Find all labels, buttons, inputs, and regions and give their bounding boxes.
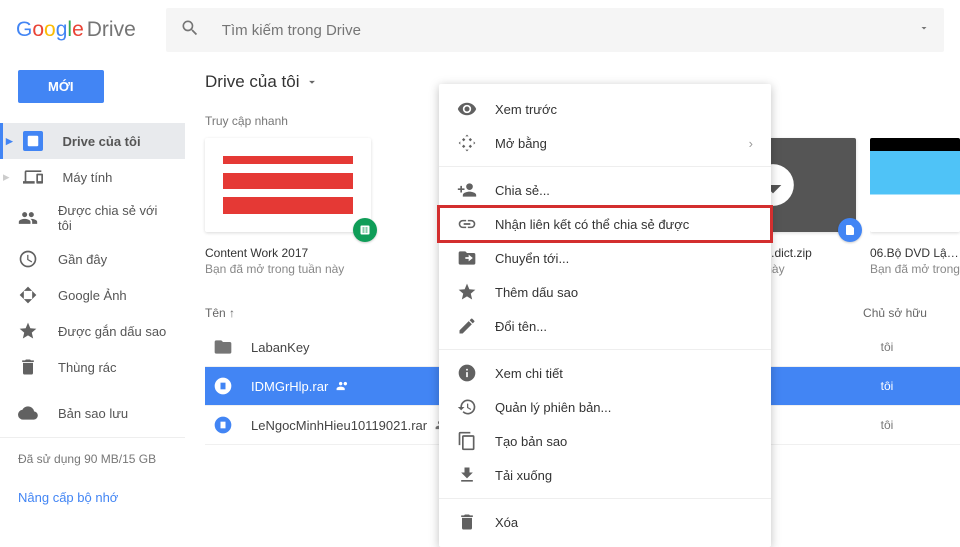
menu-label: Xóa	[495, 515, 518, 530]
file-owner: tôi	[822, 340, 952, 354]
search-bar[interactable]	[166, 8, 944, 52]
file-owner: tôi	[822, 418, 952, 432]
sidebar-item-photos[interactable]: Google Ảnh	[0, 277, 185, 313]
file-owner: tôi	[822, 379, 952, 393]
menu-open-with[interactable]: Mở bằng ›	[439, 126, 771, 160]
drive-icon	[23, 131, 43, 151]
info-icon	[457, 363, 477, 383]
sidebar-item-label: Thùng rác	[58, 360, 117, 375]
header: Google Drive	[0, 0, 960, 60]
backup-icon	[18, 403, 38, 423]
sidebar-item-starred[interactable]: Được gắn dấu sao	[0, 313, 185, 349]
sidebar-item-my-drive[interactable]: ▸ Drive của tôi	[0, 123, 185, 159]
trash-icon	[18, 357, 38, 377]
storage-text: Đã sử dụng 90 MB/15 GB	[0, 437, 185, 480]
logo[interactable]: Google Drive	[16, 18, 136, 42]
star-outline-icon	[457, 282, 477, 302]
menu-rename[interactable]: Đổi tên...	[439, 309, 771, 343]
quick-card[interactable]: 06.Bộ DVD Lập t Bạn đã mở trong	[870, 138, 960, 276]
menu-label: Quản lý phiên bản...	[495, 400, 611, 415]
menu-label: Thêm dấu sao	[495, 285, 578, 300]
upgrade-link[interactable]: Nâng cấp bộ nhớ	[0, 480, 185, 515]
search-icon	[180, 18, 200, 43]
sidebar: MỚI ▸ Drive của tôi ▸ Máy tính Được chia…	[0, 60, 185, 526]
menu-download[interactable]: Tải xuống	[439, 458, 771, 492]
card-title: 06.Bộ DVD Lập t	[870, 246, 960, 260]
sheets-badge-icon	[353, 218, 377, 242]
search-input[interactable]	[222, 22, 918, 39]
menu-label: Chia sẻ...	[495, 183, 550, 198]
menu-label: Tạo bản sao	[495, 434, 567, 449]
context-menu: Xem trước Mở bằng › Chia sẻ... Nhận liên…	[439, 84, 771, 547]
card-title: Content Work 2017	[205, 246, 371, 260]
menu-divider	[439, 498, 771, 499]
shared-icon	[18, 208, 38, 228]
menu-move[interactable]: Chuyển tới...	[439, 241, 771, 275]
sidebar-item-backup[interactable]: Bản sao lưu	[0, 395, 185, 431]
link-icon	[457, 214, 477, 234]
menu-copy[interactable]: Tạo bản sao	[439, 424, 771, 458]
menu-get-link[interactable]: Nhận liên kết có thể chia sẻ được	[439, 207, 771, 241]
devices-icon	[23, 167, 43, 187]
chevron-down-icon	[305, 75, 319, 89]
menu-label: Chuyển tới...	[495, 251, 569, 266]
menu-label: Mở bằng	[495, 136, 547, 151]
history-icon	[457, 397, 477, 417]
menu-divider	[439, 166, 771, 167]
move-icon	[457, 248, 477, 268]
menu-preview[interactable]: Xem trước	[439, 92, 771, 126]
file-badge-icon	[838, 218, 862, 242]
sidebar-item-label: Được chia sẻ với tôi	[58, 203, 167, 233]
shared-indicator-icon	[336, 379, 350, 393]
column-owner[interactable]: Chủ sở hữu	[830, 306, 960, 320]
chevron-right-icon: ›	[749, 136, 753, 151]
file-icon	[213, 376, 233, 396]
sidebar-item-label: Máy tính	[63, 170, 113, 185]
menu-label: Xem trước	[495, 102, 557, 117]
open-icon	[457, 133, 477, 153]
photos-icon	[18, 285, 38, 305]
menu-delete[interactable]: Xóa	[439, 505, 771, 539]
sidebar-item-label: Drive của tôi	[63, 134, 141, 149]
search-options-icon[interactable]	[918, 21, 930, 39]
sidebar-item-label: Gần đây	[58, 252, 107, 267]
delete-icon	[457, 512, 477, 532]
rename-icon	[457, 316, 477, 336]
menu-label: Xem chi tiết	[495, 366, 563, 381]
folder-icon	[213, 337, 233, 357]
file-icon	[213, 415, 233, 435]
sidebar-item-trash[interactable]: Thùng rác	[0, 349, 185, 385]
menu-label: Nhận liên kết có thể chia sẻ được	[495, 217, 689, 232]
quick-card[interactable]: Content Work 2017 Bạn đã mở trong tuần n…	[205, 138, 371, 276]
menu-details[interactable]: Xem chi tiết	[439, 356, 771, 390]
menu-versions[interactable]: Quản lý phiên bản...	[439, 390, 771, 424]
sidebar-item-label: Được gắn dấu sao	[58, 324, 166, 339]
menu-label: Tải xuống	[495, 468, 552, 483]
card-subtitle: Bạn đã mở trong tuần này	[205, 262, 371, 276]
sidebar-item-computers[interactable]: ▸ Máy tính	[0, 159, 185, 195]
eye-icon	[457, 99, 477, 119]
sidebar-item-label: Bản sao lưu	[58, 406, 128, 421]
menu-label: Đổi tên...	[495, 319, 547, 334]
person-add-icon	[457, 180, 477, 200]
menu-share[interactable]: Chia sẻ...	[439, 173, 771, 207]
star-icon	[18, 321, 38, 341]
card-subtitle: Bạn đã mở trong	[870, 262, 960, 276]
new-button[interactable]: MỚI	[18, 70, 104, 103]
download-icon	[457, 465, 477, 485]
copy-icon	[457, 431, 477, 451]
sidebar-item-label: Google Ảnh	[58, 288, 127, 303]
menu-star[interactable]: Thêm dấu sao	[439, 275, 771, 309]
sidebar-item-shared[interactable]: Được chia sẻ với tôi	[0, 195, 185, 241]
sidebar-item-recent[interactable]: Gần đây	[0, 241, 185, 277]
recent-icon	[18, 249, 38, 269]
menu-divider	[439, 349, 771, 350]
